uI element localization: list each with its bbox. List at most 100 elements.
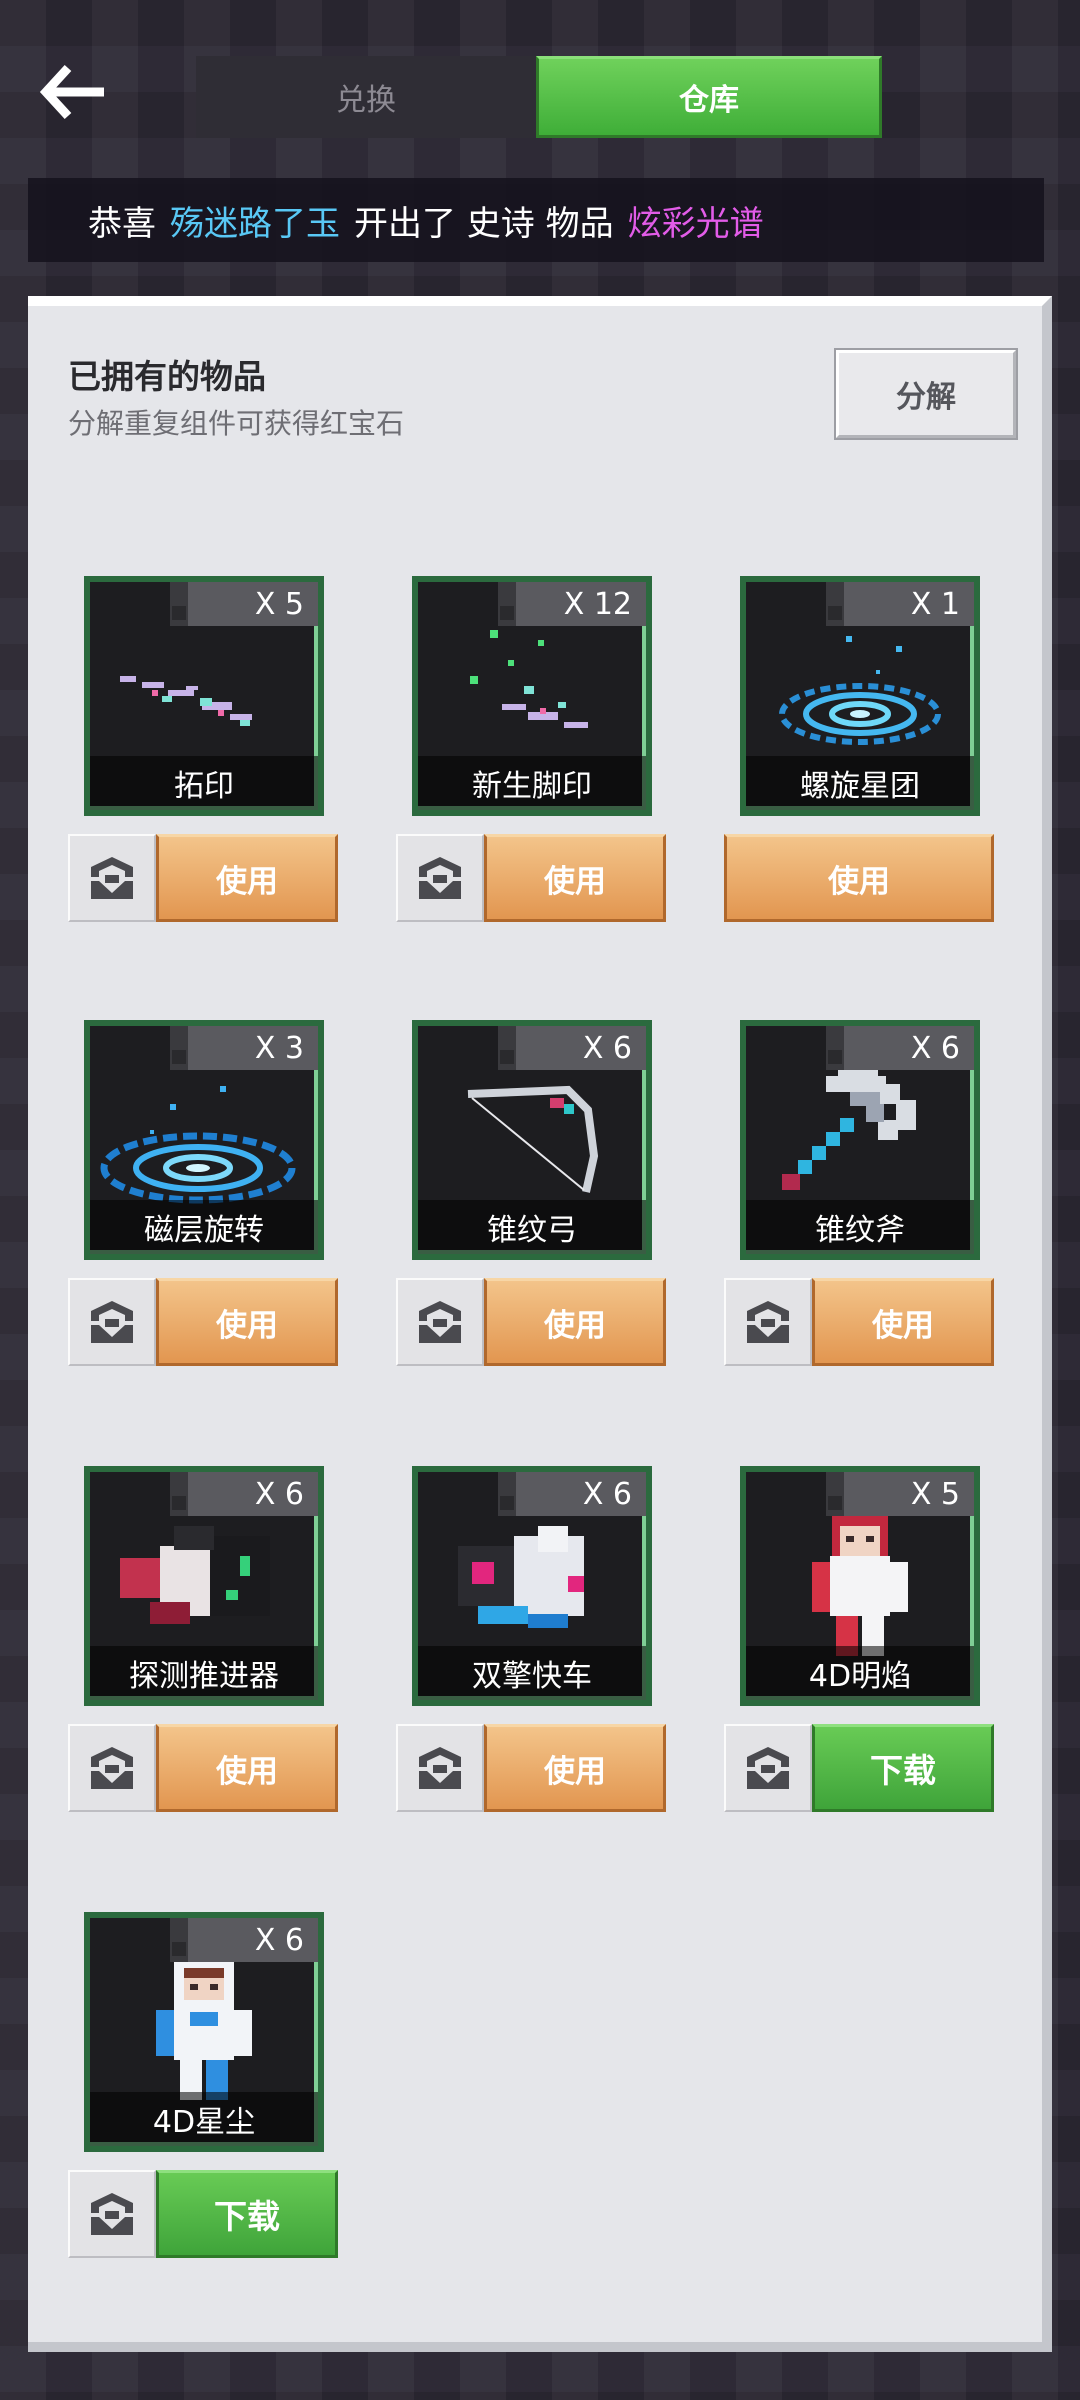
item-tile: X 3 磁层旋转 使用 — [68, 1020, 338, 1370]
item-card[interactable]: X 6 探测推进器 — [84, 1466, 324, 1706]
preview-icon — [91, 857, 133, 899]
red-skin-icon — [812, 1506, 908, 1656]
item-card[interactable]: X 6 4D星尘 — [84, 1912, 324, 2152]
tab-exchange[interactable]: 兑换 — [196, 56, 536, 138]
item-card[interactable]: X 3 磁层旋转 — [84, 1020, 324, 1260]
item-name: 4D明焰 — [746, 1646, 974, 1700]
item-card[interactable]: X 6 锥纹弓 — [412, 1020, 652, 1260]
item-actions: 使用 — [724, 834, 994, 922]
item-card[interactable]: X 6 锥纹斧 — [740, 1020, 980, 1260]
item-name: 4D星尘 — [90, 2092, 318, 2146]
panel-subtitle: 分解重复组件可获得红宝石 — [68, 407, 405, 440]
item-name: 拓印 — [90, 756, 318, 810]
decompose-button[interactable]: 分解 — [836, 350, 1016, 438]
quantity-badge: X 6 — [498, 1026, 646, 1070]
quantity-badge: X 3 — [170, 1026, 318, 1070]
use-button[interactable]: 使用 — [156, 1278, 338, 1366]
preview-icon — [91, 1301, 133, 1343]
item-tile: X 5 4D明焰 下载 — [724, 1466, 994, 1816]
item-actions: 使用 — [68, 1278, 338, 1366]
item-name: 双擎快车 — [418, 1646, 646, 1700]
preview-icon — [419, 1747, 461, 1789]
item-name: 锥纹斧 — [746, 1200, 974, 1254]
quantity-badge: X 6 — [170, 1472, 318, 1516]
quantity-badge: X 12 — [498, 582, 646, 626]
quantity-badge: X 6 — [498, 1472, 646, 1516]
item-name: 螺旋星团 — [746, 756, 974, 810]
footprint-effect-icon — [120, 676, 252, 726]
item-actions: 使用 — [724, 1278, 994, 1366]
item-tile: X 5 拓印 使用 — [68, 576, 338, 926]
preview-button[interactable] — [396, 1278, 484, 1366]
item-name: 磁层旋转 — [90, 1200, 318, 1254]
item-name: 新生脚印 — [418, 756, 646, 810]
use-button[interactable]: 使用 — [724, 834, 994, 922]
use-button[interactable]: 使用 — [812, 1278, 994, 1366]
preview-button[interactable] — [724, 1278, 812, 1366]
item-tile: X 12 新生脚印 使用 — [396, 576, 666, 926]
use-button[interactable]: 使用 — [484, 1724, 666, 1812]
item-actions: 使用 — [396, 1724, 666, 1812]
preview-button[interactable] — [68, 834, 156, 922]
magnetic-ring-icon — [100, 1086, 296, 1204]
thruster-icon — [120, 1526, 270, 1624]
quantity-badge: X 6 — [826, 1026, 974, 1070]
use-button[interactable]: 使用 — [484, 1278, 666, 1366]
jet-icon — [458, 1526, 584, 1628]
announcement-middle: 开出了 史诗 物品 — [354, 203, 614, 244]
quantity-badge: X 1 — [826, 582, 974, 626]
preview-button[interactable] — [68, 1278, 156, 1366]
preview-icon — [419, 1301, 461, 1343]
item-actions: 下载 — [724, 1724, 994, 1812]
item-name: 探测推进器 — [90, 1646, 318, 1700]
item-tile: X 6 锥纹弓 使用 — [396, 1020, 666, 1370]
item-actions: 下载 — [68, 2170, 338, 2258]
sparkle-footprint-icon — [470, 630, 588, 728]
use-button[interactable]: 使用 — [484, 834, 666, 922]
download-button[interactable]: 下载 — [812, 1724, 994, 1812]
announcement-banner: 恭喜 殇迷路了玉 开出了 史诗 物品 炫彩光谱 — [28, 178, 1044, 262]
inventory-panel: 已拥有的物品 分解重复组件可获得红宝石 分解 X 5 拓印 使用 X 12 新生… — [28, 296, 1052, 2352]
spiral-nebula-icon — [779, 636, 941, 745]
item-actions: 使用 — [396, 1278, 666, 1366]
preview-button[interactable] — [396, 834, 484, 922]
item-actions: 使用 — [68, 834, 338, 922]
preview-button[interactable] — [68, 1724, 156, 1812]
item-card[interactable]: X 6 双擎快车 — [412, 1466, 652, 1706]
tab-storage[interactable]: 仓库 — [536, 56, 882, 138]
item-card[interactable]: X 12 新生脚印 — [412, 576, 652, 816]
use-button[interactable]: 使用 — [156, 834, 338, 922]
preview-button[interactable] — [396, 1724, 484, 1812]
item-tile: X 1 螺旋星团 使用 — [724, 576, 994, 926]
quantity-badge: X 6 — [170, 1918, 318, 1962]
item-card[interactable]: X 5 4D明焰 — [740, 1466, 980, 1706]
item-card[interactable]: X 5 拓印 — [84, 576, 324, 816]
preview-icon — [91, 2193, 133, 2235]
blue-skin-icon — [156, 1952, 252, 2100]
item-tile: X 6 锥纹斧 使用 — [724, 1020, 994, 1370]
bow-icon — [467, 1085, 599, 1193]
item-card[interactable]: X 1 螺旋星团 — [740, 576, 980, 816]
preview-icon — [747, 1301, 789, 1343]
preview-icon — [419, 857, 461, 899]
item-actions: 使用 — [68, 1724, 338, 1812]
preview-button[interactable] — [68, 2170, 156, 2258]
item-tile: X 6 双擎快车 使用 — [396, 1466, 666, 1816]
quantity-badge: X 5 — [826, 1472, 974, 1516]
tab-bar: 兑换 仓库 — [196, 56, 882, 138]
announcement-player: 殇迷路了玉 — [170, 203, 340, 244]
axe-icon — [782, 1060, 916, 1190]
preview-button[interactable] — [724, 1724, 812, 1812]
preview-icon — [747, 1747, 789, 1789]
quantity-badge: X 5 — [170, 582, 318, 626]
item-tile: X 6 探测推进器 使用 — [68, 1466, 338, 1816]
download-button[interactable]: 下载 — [156, 2170, 338, 2258]
announcement-item: 炫彩光谱 — [627, 203, 764, 244]
announcement-prefix: 恭喜 — [88, 203, 156, 244]
back-button[interactable] — [36, 56, 108, 128]
item-name: 锥纹弓 — [418, 1200, 646, 1254]
preview-icon — [91, 1747, 133, 1789]
item-actions: 使用 — [396, 834, 666, 922]
panel-title: 已拥有的物品 — [68, 357, 266, 396]
use-button[interactable]: 使用 — [156, 1724, 338, 1812]
